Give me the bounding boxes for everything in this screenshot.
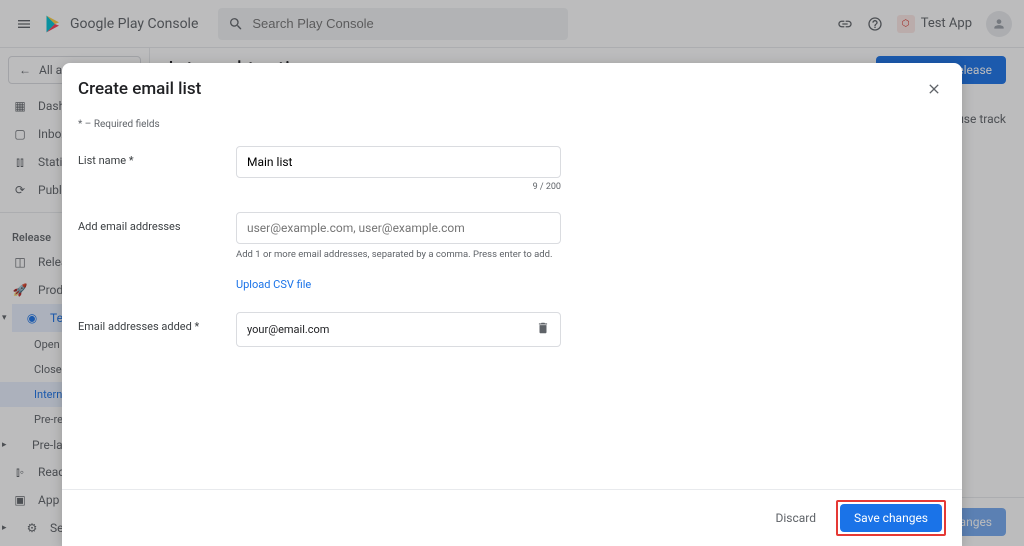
char-counter: 9 / 200 xyxy=(236,182,561,192)
modal-footer: Discard Save changes xyxy=(62,489,962,546)
add-emails-helper: Add 1 or more email addresses, separated… xyxy=(236,249,561,260)
modal-header: Create email list xyxy=(62,63,962,115)
save-highlight: Save changes xyxy=(836,500,946,536)
email-entry: your@email.com xyxy=(236,312,561,347)
emails-added-label: Email addresses added * xyxy=(78,312,236,347)
list-name-label: List name * xyxy=(78,146,236,192)
list-name-input[interactable] xyxy=(236,146,561,178)
add-emails-input[interactable] xyxy=(236,212,561,244)
required-note: * – Required fields xyxy=(78,119,946,130)
modal-title: Create email list xyxy=(78,79,201,99)
modal-body: * – Required fields List name * 9 / 200 … xyxy=(62,115,962,489)
trash-icon xyxy=(536,321,550,335)
add-emails-row: Add email addresses Add 1 or more email … xyxy=(78,212,946,292)
upload-csv-link[interactable]: Upload CSV file xyxy=(236,278,311,291)
close-icon xyxy=(926,81,942,97)
delete-email-button[interactable] xyxy=(536,321,550,338)
email-value: your@email.com xyxy=(247,323,329,336)
add-emails-label: Add email addresses xyxy=(78,212,236,292)
emails-added-row: Email addresses added * your@email.com xyxy=(78,312,946,347)
list-name-row: List name * 9 / 200 xyxy=(78,146,946,192)
create-email-list-modal: Create email list * – Required fields Li… xyxy=(62,63,962,546)
save-changes-button[interactable]: Save changes xyxy=(840,504,942,532)
discard-button[interactable]: Discard xyxy=(765,505,826,531)
close-button[interactable] xyxy=(922,77,946,101)
